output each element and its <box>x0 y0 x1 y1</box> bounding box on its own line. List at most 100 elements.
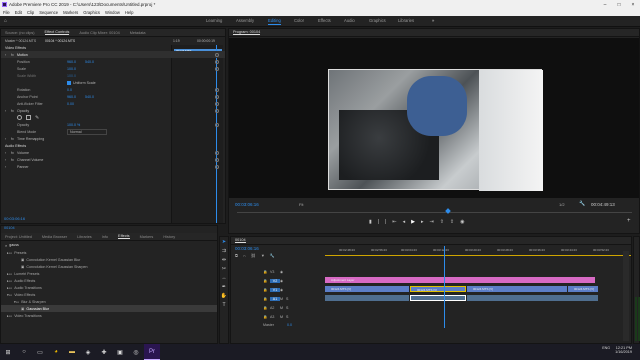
audio-clip[interactable] <box>325 295 409 301</box>
slip-tool-icon[interactable]: ↔ <box>221 275 228 282</box>
search-icon[interactable]: ○ <box>16 344 32 360</box>
master-clip-label[interactable]: Master * 00124.MTS <box>5 39 45 43</box>
keyframe-icon[interactable] <box>215 66 219 71</box>
list-item[interactable]: ▸▭ Audio Transitions <box>1 284 217 291</box>
reset-icon[interactable] <box>215 52 219 57</box>
position-x-value[interactable]: 960.0 <box>67 60 85 64</box>
tab-metadata[interactable]: Metadata <box>130 31 146 35</box>
timeline-ruler[interactable]: 00:02:48:23 00:02:56:23 00:03:04:23 00:0… <box>325 246 631 258</box>
menu-help[interactable]: Help <box>125 10 134 15</box>
minimize-button[interactable]: – <box>598 0 612 9</box>
step-forward-icon[interactable]: ▸ <box>421 219 424 225</box>
timeline-playhead[interactable] <box>444 246 445 328</box>
eye-icon[interactable]: ◉ <box>280 288 283 292</box>
mark-in-icon[interactable]: ▮ <box>369 219 372 225</box>
selection-tool-icon[interactable]: ➤ <box>221 239 228 246</box>
pen-mask-icon[interactable]: ✎ <box>35 115 39 121</box>
keyframe-icon[interactable] <box>215 94 219 99</box>
lock-icon[interactable]: 🔒 <box>263 288 270 292</box>
workspace-assembly[interactable]: Assembly <box>236 18 254 23</box>
reset-icon[interactable] <box>215 164 219 169</box>
play-icon[interactable]: ▶ <box>411 219 415 225</box>
video-clip[interactable]: 00124.MTS [V] <box>467 286 567 292</box>
keyframe-icon[interactable] <box>215 87 219 92</box>
time-remap-row[interactable]: › fx Time Remapping <box>1 135 225 142</box>
opacity-value[interactable]: 100.0 % <box>67 123 85 127</box>
workspaces-more-button[interactable]: » <box>432 18 434 23</box>
volume-row[interactable]: › fx Volume <box>1 149 225 156</box>
tab-libraries[interactable]: Libraries <box>77 235 92 239</box>
tab-project[interactable]: Project: Untitled <box>5 235 32 239</box>
snap-icon[interactable]: ∩ <box>243 253 246 258</box>
task-view-icon[interactable]: ▭ <box>32 344 48 360</box>
eye-icon[interactable]: ◉ <box>280 279 283 283</box>
panner-row[interactable]: › Panner <box>1 163 225 170</box>
position-y-value[interactable]: 540.0 <box>85 60 94 64</box>
expand-arrow-icon[interactable]: › <box>5 165 11 169</box>
solo-icon[interactable]: S <box>286 297 288 301</box>
add-button-icon[interactable]: + <box>627 218 631 224</box>
windows-start-icon[interactable]: ⊞ <box>0 344 16 360</box>
chrome-icon[interactable]: ◕ <box>48 344 64 360</box>
premiere-taskbar-icon[interactable]: Pr <box>144 344 160 360</box>
resolution-select[interactable]: 1/2 <box>559 202 565 207</box>
mute-icon[interactable]: M <box>280 315 283 319</box>
blend-mode-select[interactable]: Normal <box>67 128 107 135</box>
solo-icon[interactable]: S <box>286 306 288 310</box>
mark-out-icon[interactable]: | <box>378 219 379 225</box>
step-back-icon[interactable]: ◂ <box>403 219 406 225</box>
tab-program[interactable]: Program: 00104 <box>233 30 261 35</box>
effects-search-input[interactable]: gauss <box>9 243 69 247</box>
keyframe-icon[interactable] <box>215 101 219 106</box>
sequence-clip-label[interactable]: 00104 * 00124.MTS <box>45 39 93 43</box>
ellipse-mask-icon[interactable] <box>17 115 22 120</box>
list-item-selected[interactable]: ▣ Gaussian Blur <box>1 305 217 312</box>
folder-icon[interactable]: ▬ <box>64 344 80 360</box>
mute-icon[interactable]: M <box>280 306 283 310</box>
workspace-audio[interactable]: Audio <box>344 18 355 23</box>
scale-width-value[interactable]: 100.0 <box>67 74 85 78</box>
tab-audio-clip-mixer[interactable]: Audio Clip Mixer: 00104 <box>79 31 119 35</box>
channel-volume-row[interactable]: › fx Channel Volume <box>1 156 225 163</box>
list-item[interactable]: ▣ Convolution Kernel Gaussian Sharpen <box>1 263 217 270</box>
zoom-select[interactable]: Fit <box>299 202 303 207</box>
lift-icon[interactable]: ⇧ <box>440 219 444 225</box>
go-to-in-icon[interactable]: | <box>385 219 386 225</box>
uniform-scale-checkbox[interactable] <box>67 80 71 85</box>
app-icon[interactable]: ◎ <box>128 344 144 360</box>
list-item[interactable]: ▸▭ Audio Effects <box>1 277 217 284</box>
motion-row[interactable]: › fx Motion <box>1 51 225 58</box>
tab-sequence[interactable]: 00104 <box>235 238 246 243</box>
tab-markers[interactable]: Markers <box>140 235 154 239</box>
lock-icon[interactable]: 🔒 <box>263 297 270 301</box>
menu-graphics[interactable]: Graphics <box>83 10 100 15</box>
audio-clip[interactable] <box>467 295 598 301</box>
workspace-graphics[interactable]: Graphics <box>369 18 386 23</box>
wrench-icon[interactable]: 🔧 <box>579 201 585 207</box>
menu-markers[interactable]: Markers <box>63 10 78 15</box>
menu-clip[interactable]: Clip <box>27 10 34 15</box>
program-timecode[interactable]: 00:03:06:16 <box>235 202 259 207</box>
reset-icon[interactable] <box>215 150 219 155</box>
workspace-libraries[interactable]: Libraries <box>398 18 414 23</box>
rotation-value[interactable]: 0.0 <box>67 88 85 92</box>
lock-icon[interactable]: 🔒 <box>263 315 270 319</box>
language-indicator[interactable]: ENG <box>602 346 610 350</box>
type-tool-icon[interactable]: T <box>221 302 228 309</box>
tab-effects[interactable]: Effects <box>118 234 130 239</box>
video-clip[interactable]: 00124.MTS [V] <box>410 286 466 292</box>
settings-icon[interactable]: 🔧 <box>270 253 275 258</box>
menu-edit[interactable]: Edit <box>15 10 22 15</box>
anchor-x-value[interactable]: 960.0 <box>67 95 85 99</box>
work-area-bar[interactable] <box>325 255 631 256</box>
video-clip[interactable]: 00124.MTS [V] <box>568 286 598 292</box>
extract-icon[interactable]: ⇪ <box>450 219 454 225</box>
workspace-color[interactable]: Color <box>294 18 304 23</box>
close-button[interactable]: × <box>626 0 640 9</box>
audio-clip-selected[interactable] <box>410 295 466 301</box>
reset-icon[interactable] <box>215 157 219 162</box>
timeline-scrollbar[interactable] <box>623 251 629 341</box>
tab-effect-controls[interactable]: Effect Controls <box>44 30 70 35</box>
clock[interactable]: 12:21 PM 1/16/2019 <box>615 346 632 354</box>
tab-info[interactable]: Info <box>102 235 108 239</box>
